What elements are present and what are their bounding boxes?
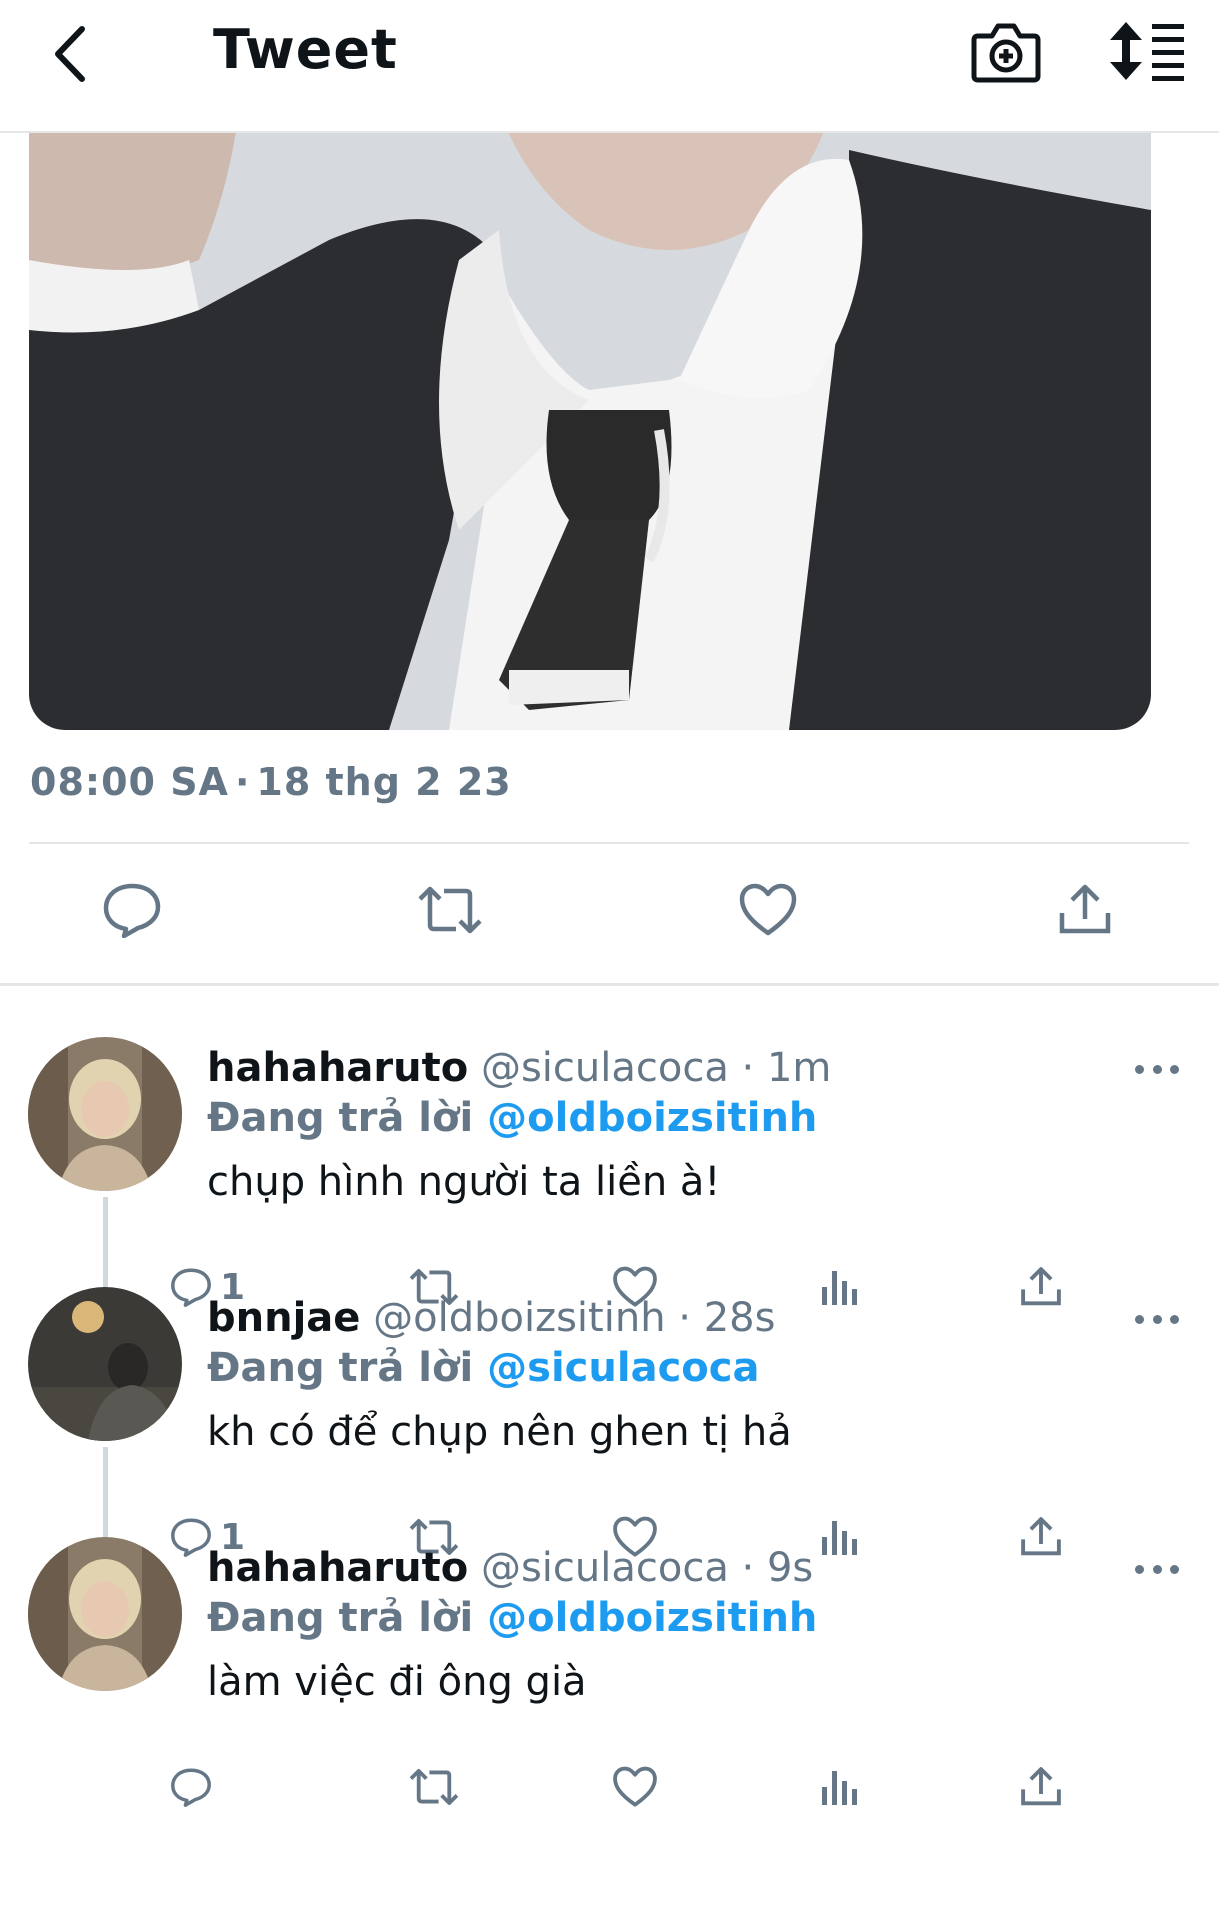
tweet-timestamp: 08:00 SA · 18 thg 2 23 [30,760,512,804]
tweet-time: 08:00 SA [30,760,229,804]
reply-header: hahaharuto @siculacoca · 1m [207,1045,831,1091]
retweet-button[interactable] [408,1759,460,1815]
back-button[interactable] [40,22,100,86]
reply-button[interactable] [170,1759,220,1815]
like-icon [613,1766,657,1807]
reply-text: kh có để chụp nên ghen tị hả [207,1409,792,1455]
more-dot [1152,1564,1162,1574]
mention-link[interactable]: @oldboizsitinh [487,1095,817,1141]
user-handle[interactable]: @siculacoca [481,1045,729,1091]
camera-plus-icon [971,23,1041,83]
top-bar: Tweet [0,0,1219,133]
more-dot [1152,1314,1162,1324]
separator-dot: · [741,1045,755,1091]
analytics-icon [822,1771,857,1805]
display-name[interactable]: hahaharuto [207,1545,468,1591]
more-dot [1135,1314,1144,1324]
more-dot [1135,1564,1144,1574]
tweet-action-bar [0,870,1219,960]
share-icon [1021,1767,1061,1806]
replying-to: Đang trả lời @oldboizsitinh [207,1095,817,1141]
more-options-button[interactable] [1135,1059,1179,1079]
reply-tweet[interactable]: hahaharuto @siculacoca · 9s Đang trả lời… [0,1537,1219,1843]
tweet-image [29,110,1151,730]
analytics-button[interactable] [820,1759,860,1815]
like-icon [739,883,797,936]
separator-dot: · [741,1545,755,1591]
more-dot [1170,1564,1179,1574]
replying-label: Đang trả lời [207,1595,474,1641]
share-icon [1059,884,1111,934]
replying-to: Đang trả lời @siculacoca [207,1345,759,1391]
reply-text: chụp hình người ta liền à! [207,1159,721,1205]
sort-button[interactable] [1108,18,1188,84]
replying-label: Đang trả lời [207,1345,474,1391]
retweet-icon [409,1769,459,1805]
replying-to: Đang trả lời @oldboizsitinh [207,1595,817,1641]
avatar[interactable] [28,1037,182,1191]
tweet-photo[interactable] [29,110,1151,730]
profile-photo [28,1537,182,1691]
avatar[interactable] [28,1287,182,1441]
sort-list-icon [1110,22,1184,81]
divider [0,983,1219,986]
retweet-icon [418,886,482,934]
back-arrow-icon [55,26,85,82]
reply-text: làm việc đi ông già [207,1659,587,1705]
like-button[interactable] [728,870,808,950]
page-title: Tweet [213,18,398,81]
retweet-button[interactable] [410,870,490,950]
more-options-button[interactable] [1135,1559,1179,1579]
display-name[interactable]: hahaharuto [207,1045,468,1091]
user-handle[interactable]: @oldboizsitinh [373,1295,665,1341]
share-button[interactable] [1045,870,1125,950]
share-button[interactable] [1020,1759,1062,1815]
tweet-date: 18 thg 2 23 [256,760,512,804]
separator-dot: · [678,1295,691,1341]
reply-time: 28s [703,1295,776,1341]
more-dot [1170,1314,1179,1324]
user-handle[interactable]: @siculacoca [481,1545,729,1591]
replying-label: Đang trả lời [207,1095,474,1141]
more-dot [1152,1064,1162,1074]
reply-icon [171,1768,211,1807]
reply-time: 9s [766,1545,814,1591]
avatar[interactable] [28,1537,182,1691]
display-name[interactable]: bnnjae [207,1295,360,1341]
separator-dot: · [234,760,251,804]
mention-link[interactable]: @oldboizsitinh [487,1595,817,1641]
reply-icon [103,883,161,938]
reply-header: hahaharuto @siculacoca · 9s [207,1545,813,1591]
more-options-button[interactable] [1135,1309,1179,1329]
more-dot [1135,1064,1144,1074]
camera-button[interactable] [970,16,1042,88]
reply-action-bar [0,1759,1219,1819]
mention-link[interactable]: @siculacoca [487,1345,759,1391]
reply-header: bnnjae @oldboizsitinh · 28s [207,1295,775,1341]
divider [29,842,1189,844]
reply-time: 1m [766,1045,832,1091]
reply-button[interactable] [92,870,172,950]
more-dot [1170,1064,1179,1074]
profile-photo [28,1037,182,1191]
profile-photo [28,1287,182,1441]
like-button[interactable] [612,1759,658,1815]
